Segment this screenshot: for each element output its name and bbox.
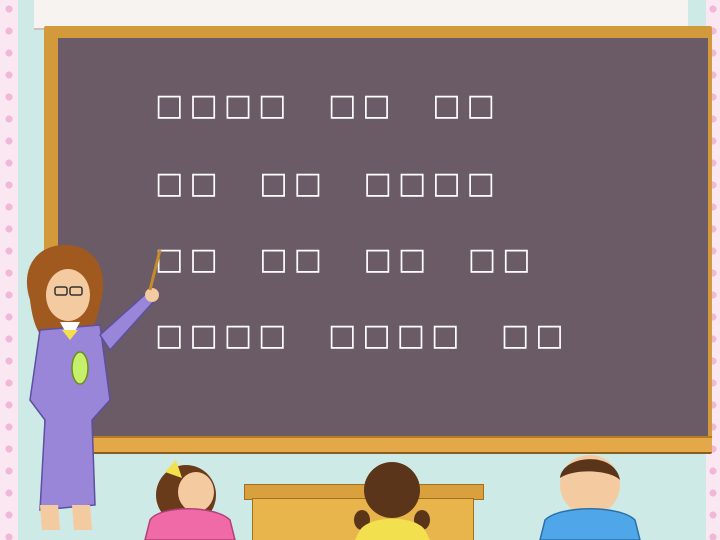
- teacher-illustration: [26, 245, 162, 530]
- classroom-scene: □□□□ □□ □□ □□ □□ □□□□ □□ □□ □□ □□ □□□□ □…: [0, 0, 720, 540]
- student-boy-illustration: [539, 455, 641, 540]
- characters: [26, 245, 641, 540]
- student-girl-illustration: [144, 460, 236, 540]
- student-girl-back-illustration: [354, 462, 430, 540]
